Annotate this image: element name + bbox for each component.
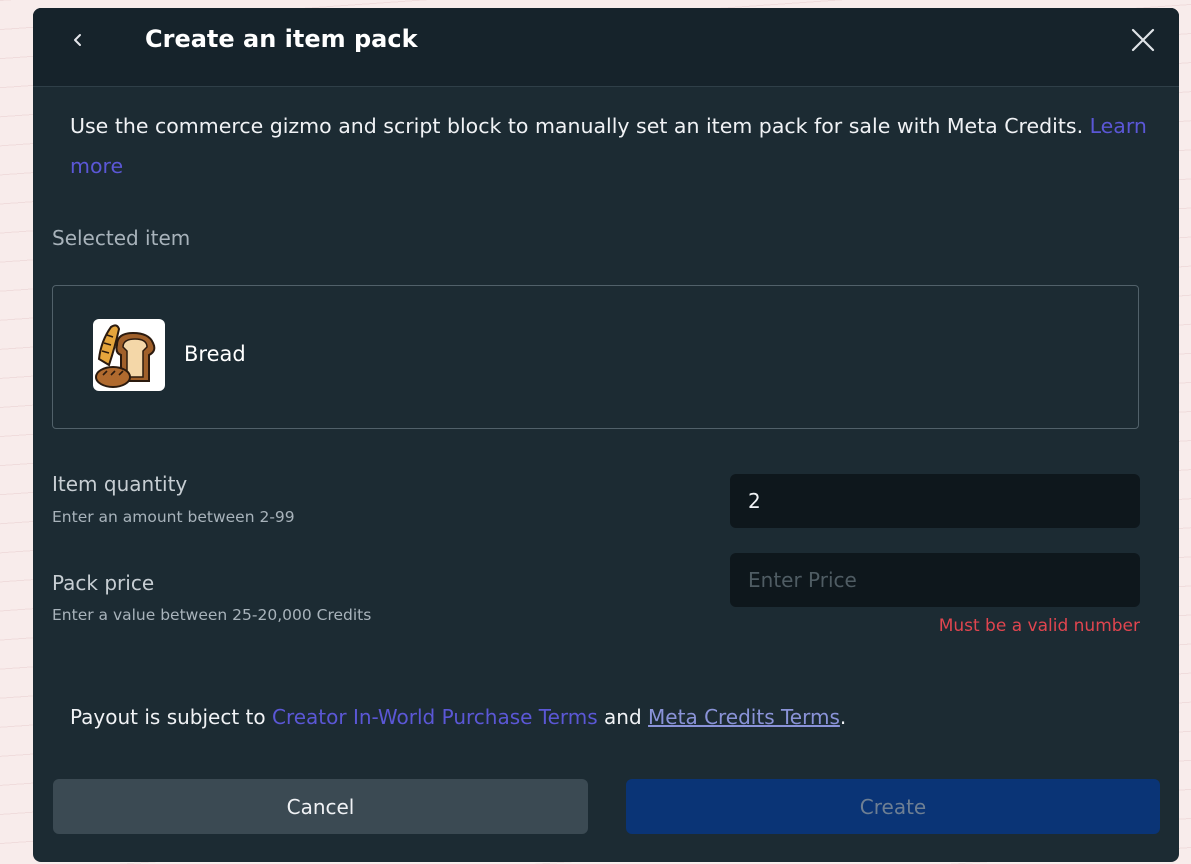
- create-item-pack-dialog: Create an item pack Use the commerce giz…: [33, 8, 1179, 862]
- selected-item-card[interactable]: Bread: [52, 285, 1139, 429]
- creator-purchase-terms-link[interactable]: Creator In-World Purchase Terms: [272, 705, 598, 729]
- item-quantity-hint: Enter an amount between 2-99: [52, 508, 295, 526]
- close-icon: [1131, 28, 1155, 52]
- pack-price-hint: Enter a value between 25-20,000 Credits: [52, 606, 372, 624]
- pack-price-label: Pack price: [52, 571, 155, 595]
- payout-suffix: .: [839, 705, 847, 729]
- create-button[interactable]: Create: [626, 779, 1160, 834]
- pack-price-input[interactable]: [730, 553, 1140, 607]
- back-button[interactable]: [63, 22, 93, 58]
- description-text: Use the commerce gizmo and script block …: [70, 114, 1084, 138]
- pack-price-error: Must be a valid number: [938, 616, 1140, 636]
- payout-terms: Payout is subject to Creator In-World Pu…: [70, 705, 846, 729]
- item-thumbnail: [93, 319, 165, 391]
- item-quantity-input[interactable]: [730, 474, 1140, 528]
- dialog-description: Use the commerce gizmo and script block …: [70, 106, 1150, 186]
- payout-and: and: [604, 705, 642, 729]
- dialog-title: Create an item pack: [145, 25, 418, 53]
- chevron-left-icon: [74, 34, 81, 46]
- item-quantity-label: Item quantity: [52, 472, 188, 496]
- selected-item-label: Selected item: [52, 226, 191, 250]
- cancel-button[interactable]: Cancel: [53, 779, 588, 834]
- item-name: Bread: [184, 342, 246, 366]
- bread-icon: [95, 324, 156, 388]
- meta-credits-terms-link[interactable]: Meta Credits Terms: [648, 705, 840, 729]
- dialog-header: Create an item pack: [33, 8, 1179, 87]
- payout-prefix: Payout is subject to: [70, 705, 266, 729]
- close-button[interactable]: [1125, 22, 1161, 58]
